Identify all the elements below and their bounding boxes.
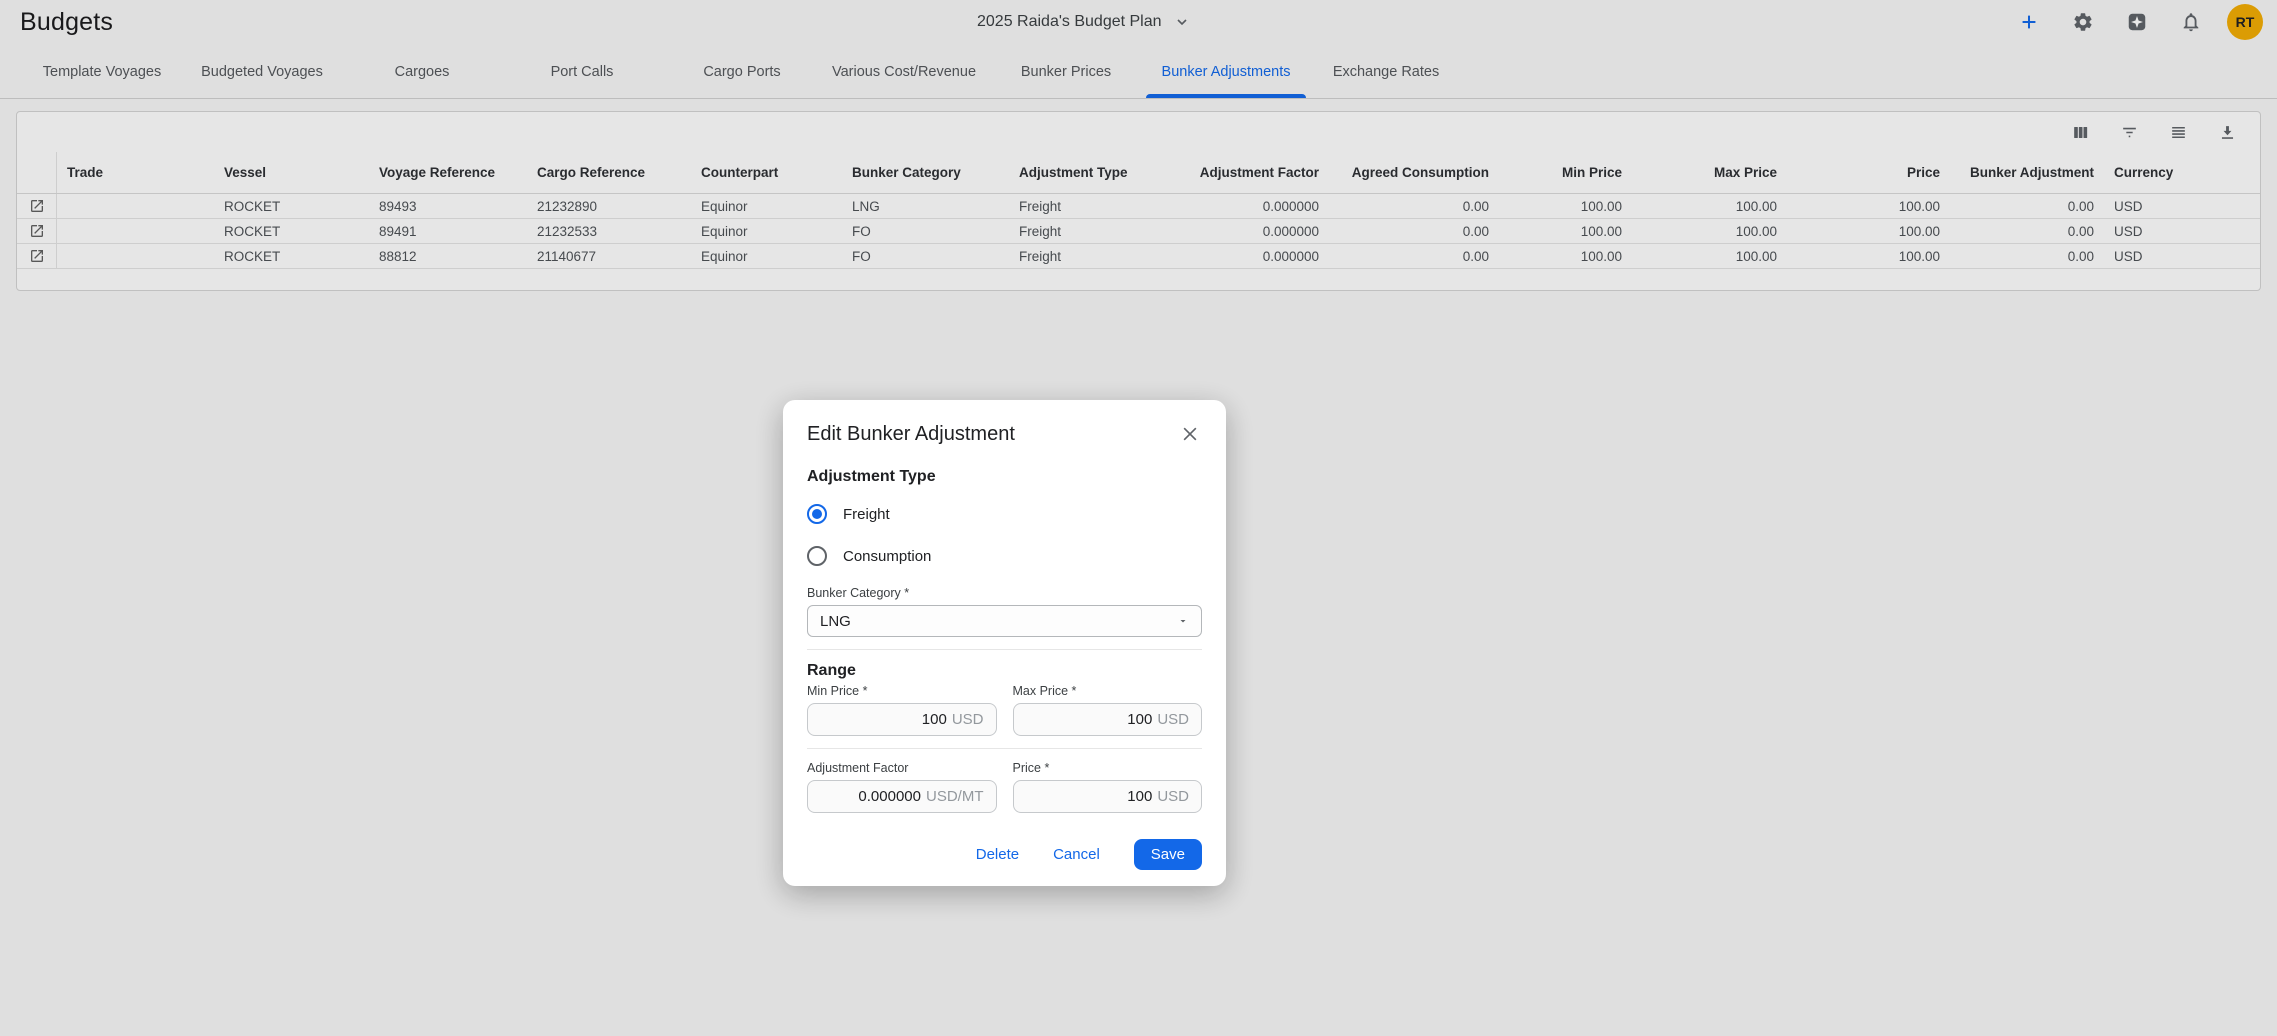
max-price-label: Max Price *	[1013, 684, 1203, 698]
radio-freight[interactable]: Freight	[807, 502, 890, 526]
divider	[807, 649, 1202, 650]
edit-bunker-adjustment-dialog: Edit Bunker Adjustment Adjustment Type F…	[783, 400, 1226, 886]
price-group: Price * 100 USD	[1013, 761, 1203, 813]
adjustment-factor-unit: USD/MT	[926, 788, 984, 805]
bunker-category-select[interactable]: LNG	[807, 605, 1202, 637]
caret-down-icon	[1177, 615, 1189, 627]
max-price-unit: USD	[1157, 711, 1189, 728]
adjustment-type-heading: Adjustment Type	[807, 468, 1202, 486]
adjustment-factor-group: Adjustment Factor 0.000000 USD/MT	[807, 761, 997, 813]
divider	[807, 748, 1202, 749]
price-field[interactable]: 100 USD	[1013, 780, 1203, 813]
adjustment-factor-label: Adjustment Factor	[807, 761, 997, 775]
radio-consumption-label: Consumption	[843, 548, 931, 565]
adjustment-factor-field[interactable]: 0.000000 USD/MT	[807, 780, 997, 813]
min-price-value: 100	[922, 711, 947, 728]
price-label: Price *	[1013, 761, 1203, 775]
delete-button[interactable]: Delete	[976, 846, 1019, 863]
adjustment-factor-value: 0.000000	[858, 788, 921, 805]
price-value: 100	[1127, 788, 1152, 805]
min-price-group: Min Price * 100 USD	[807, 684, 997, 736]
max-price-group: Max Price * 100 USD	[1013, 684, 1203, 736]
close-icon	[1180, 424, 1200, 444]
range-heading: Range	[807, 662, 1202, 680]
radio-consumption-control	[807, 546, 827, 566]
save-button[interactable]: Save	[1134, 839, 1202, 870]
radio-freight-control	[807, 504, 827, 524]
price-unit: USD	[1157, 788, 1189, 805]
max-price-field[interactable]: 100 USD	[1013, 703, 1203, 736]
dialog-title: Edit Bunker Adjustment	[807, 423, 1015, 446]
bunker-category-value: LNG	[820, 613, 851, 630]
bunker-category-label: Bunker Category *	[807, 586, 1202, 600]
close-button[interactable]	[1178, 422, 1202, 446]
radio-consumption[interactable]: Consumption	[807, 544, 931, 568]
radio-freight-label: Freight	[843, 506, 890, 523]
min-price-field[interactable]: 100 USD	[807, 703, 997, 736]
min-price-label: Min Price *	[807, 684, 997, 698]
max-price-value: 100	[1127, 711, 1152, 728]
min-price-unit: USD	[952, 711, 984, 728]
cancel-button[interactable]: Cancel	[1053, 846, 1100, 863]
